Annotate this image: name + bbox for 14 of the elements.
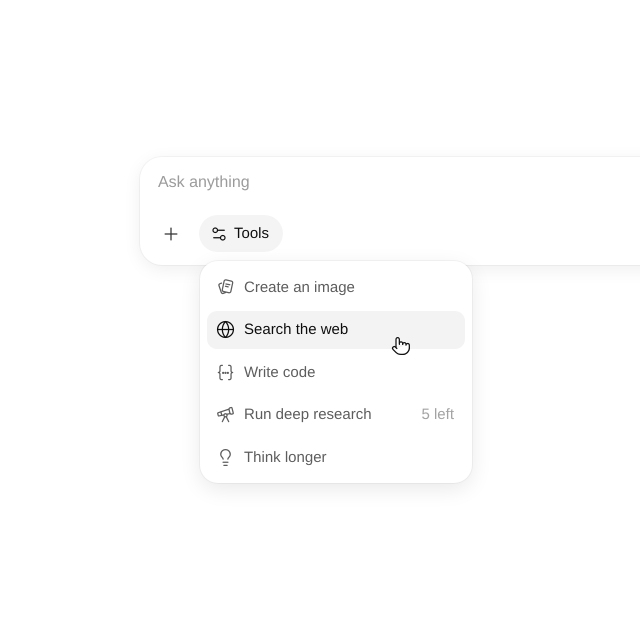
menu-item[interactable]: Create an image — [207, 268, 465, 306]
menu-item[interactable]: Run deep research 5 left — [207, 396, 465, 434]
code-braces-icon — [216, 362, 235, 382]
hand-pointer-icon — [391, 336, 411, 356]
image-cards-icon — [216, 278, 235, 296]
menu-item[interactable]: Search the web — [207, 310, 465, 348]
globe-icon — [216, 320, 235, 339]
menu-item[interactable]: Write code — [207, 353, 465, 391]
remaining-count: 5 left — [421, 406, 454, 423]
menu-item[interactable]: Think longer — [207, 438, 465, 476]
telescope-icon — [216, 405, 235, 424]
prompt-field[interactable]: Ask anything — [158, 171, 538, 195]
tools-button[interactable]: Tools — [199, 215, 284, 252]
sliders-icon — [210, 224, 228, 242]
